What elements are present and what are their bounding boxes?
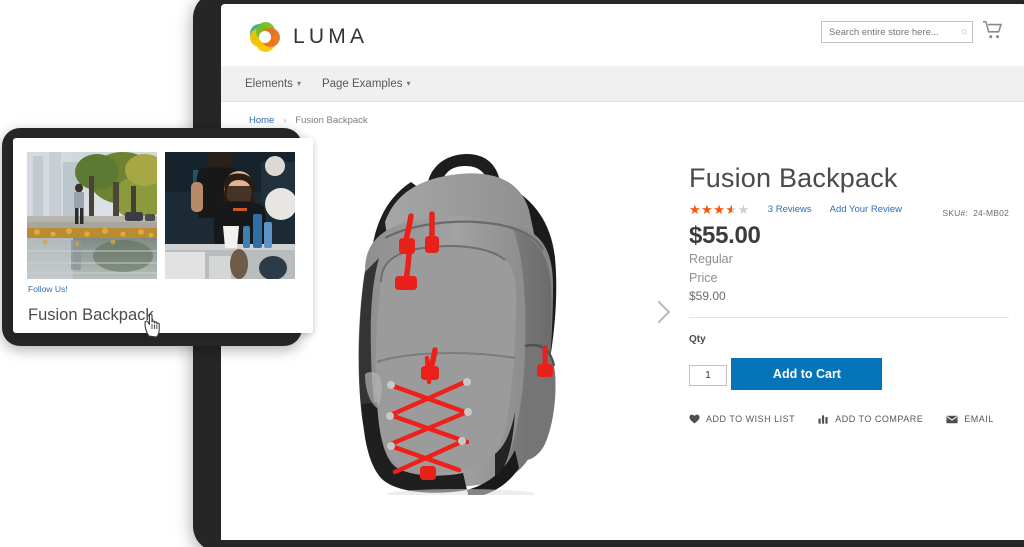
add-to-cart-button[interactable]: Add to Cart [731, 358, 883, 391]
divider [689, 317, 1009, 319]
page-title: Fusion Backpack [689, 163, 898, 193]
add-to-wish-list-link[interactable]: ADD TO WISH LIST [689, 414, 795, 424]
nav-item-page-examples[interactable]: Page Examples ▾ [322, 78, 411, 90]
email-label: EMAIL [964, 414, 994, 425]
desktop-browser-screen: LUMA Search entire store here... Element… [221, 4, 1024, 540]
breadcrumb-separator: › [283, 115, 287, 125]
nav-item-elements-label: Elements [245, 77, 293, 90]
email-link[interactable]: EMAIL [946, 414, 994, 424]
search-input[interactable] [829, 26, 961, 38]
regular-price-label-line1: Regular [689, 251, 733, 266]
envelope-icon [946, 415, 958, 424]
search-icon[interactable] [961, 26, 968, 38]
qty-input[interactable] [689, 365, 727, 387]
search-box[interactable] [821, 21, 973, 43]
chevron-right-icon [647, 300, 671, 324]
product-view: Fusion Backpack ★★★★★ ★★★★★ 3 Reviews Ad… [221, 138, 1024, 540]
cart-button[interactable] [982, 20, 1004, 42]
star-rating[interactable]: ★★★★★ ★★★★★ [689, 203, 750, 216]
add-to-compare-link[interactable]: ADD TO COMPARE [818, 414, 923, 424]
regular-price-label-line2: Price [689, 271, 718, 286]
screenshot-stage: LUMA Search entire store here... Element… [0, 0, 1024, 547]
breadcrumb: Home › Fusion Backpack [221, 102, 1024, 138]
product-price: $55.00 [689, 221, 761, 249]
star-rating-filled: ★★★★★ [689, 202, 732, 216]
product-info: Fusion Backpack ★★★★★ ★★★★★ 3 Reviews Ad… [689, 142, 1019, 540]
tablet-browser-screen: Follow Us! Fusion Backpack [13, 138, 313, 333]
bar-chart-icon [818, 415, 828, 425]
add-to-wish-list-label: ADD TO WISH LIST [706, 414, 796, 425]
social-photo-street[interactable] [27, 152, 157, 279]
shopping-cart-icon[interactable] [982, 20, 1004, 40]
add-to-compare-label: ADD TO COMPARE [835, 414, 924, 425]
site-logo[interactable]: LUMA [250, 22, 368, 52]
chevron-down-icon: ▾ [406, 79, 411, 88]
heart-icon [689, 415, 700, 424]
reviews-link[interactable]: 3 Reviews [768, 204, 812, 215]
sku-value: 24-MB02 [973, 208, 1009, 218]
social-photo-salon[interactable] [165, 152, 295, 279]
brand-name: LUMA [293, 25, 369, 48]
luma-ring-logo-icon [250, 22, 280, 52]
site-header: LUMA [221, 4, 1024, 66]
nav-item-page-examples-label: Page Examples [321, 77, 403, 90]
hand-pointer-cursor-icon [144, 313, 160, 338]
add-your-review-link[interactable]: Add Your Review [830, 204, 902, 215]
sku: SKU#: 24-MB02 [942, 208, 1009, 218]
product-action-links: ADD TO WISH LIST ADD TO COMPARE EMAIL [689, 414, 1019, 424]
regular-price-value: $59.00 [689, 289, 726, 304]
main-navigation: Elements ▾ Page Examples ▾ [221, 66, 1024, 102]
qty-label: Qty [689, 334, 706, 346]
social-photo-grid [13, 138, 313, 279]
product-image-fusion-backpack[interactable] [299, 150, 619, 495]
sku-label: SKU#: [942, 208, 968, 218]
gallery-next-button[interactable] [647, 292, 671, 332]
breadcrumb-home[interactable]: Home [249, 115, 274, 126]
desktop-device-frame: LUMA Search entire store here... Element… [193, 0, 1024, 547]
chevron-down-icon: ▾ [296, 79, 301, 88]
nav-item-elements[interactable]: Elements ▾ [245, 78, 301, 90]
breadcrumb-current: Fusion Backpack [295, 114, 368, 126]
